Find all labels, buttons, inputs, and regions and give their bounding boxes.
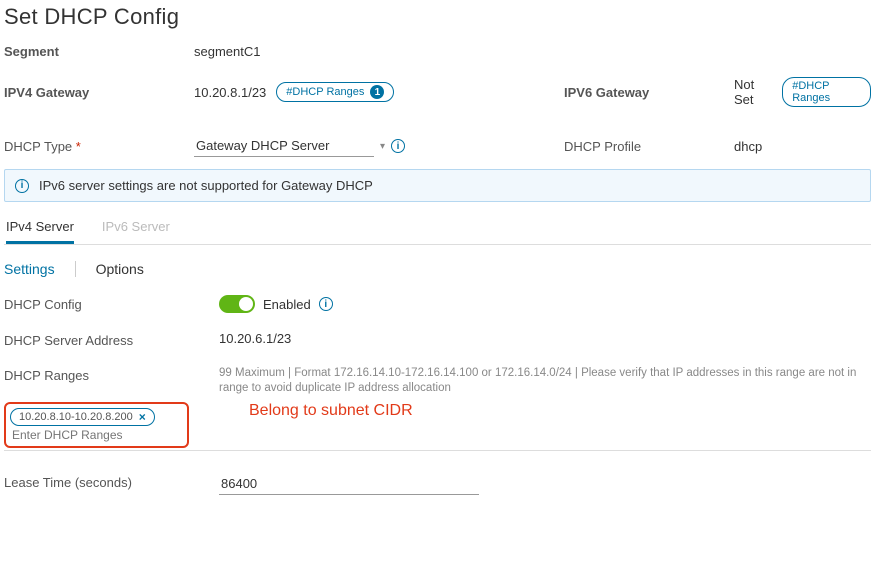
info-icon: i [15,179,29,193]
dhcp-ranges-highlight: 10.20.8.10-10.20.8.200 × [4,402,189,448]
dhcp-type-label: DHCP Type * [4,139,194,154]
segment-value: segmentC1 [194,44,260,59]
dhcp-ranges-label: DHCP Ranges [4,366,219,383]
ipv4-ranges-count: 1 [370,85,384,99]
ipv6-alert: i IPv6 server settings are not supported… [4,169,871,202]
annotation-text: Belong to subnet CIDR [249,402,413,420]
subtab-options[interactable]: Options [96,261,144,277]
lease-time-input[interactable] [219,473,479,495]
dhcp-profile-value: dhcp [734,139,871,154]
ipv6-ranges-pill-label: #DHCP Ranges [792,80,861,104]
segment-label: Segment [4,44,194,59]
tab-ipv6-server: IPv6 Server [102,212,170,244]
dhcp-config-status: Enabled [263,297,311,312]
info-icon[interactable]: i [391,139,405,153]
divider [75,261,76,277]
dhcp-server-address-label: DHCP Server Address [4,331,219,348]
subtab-settings[interactable]: Settings [4,261,55,277]
dhcp-range-chip-text: 10.20.8.10-10.20.8.200 [19,411,133,423]
alert-text: IPv6 server settings are not supported f… [39,178,373,193]
ipv4-gateway-value: 10.20.8.1/23 [194,85,266,100]
dhcp-range-chip[interactable]: 10.20.8.10-10.20.8.200 × [10,408,155,426]
close-icon[interactable]: × [139,410,146,424]
dhcp-server-address-value: 10.20.6.1/23 [219,331,291,346]
dhcp-ranges-input[interactable] [10,426,150,444]
dhcp-config-toggle[interactable] [219,295,255,313]
dhcp-type-select[interactable] [194,135,374,157]
chevron-down-icon: ▾ [380,141,385,152]
ipv4-gateway-label: IPV4 Gateway [4,85,194,100]
ipv6-gateway-label: IPV6 Gateway [564,85,734,100]
tab-ipv4-server[interactable]: IPv4 Server [6,212,74,244]
page-title: Set DHCP Config [4,4,871,30]
lease-time-label: Lease Time (seconds) [4,473,219,490]
dhcp-config-label: DHCP Config [4,295,219,312]
ipv4-ranges-pill-label: #DHCP Ranges [286,86,364,98]
ipv6-ranges-pill[interactable]: #DHCP Ranges [782,77,871,107]
ipv6-gateway-value: Not Set [734,77,772,107]
dhcp-profile-label: DHCP Profile [564,139,734,154]
dhcp-ranges-hint: 99 Maximum | Format 172.16.14.10-172.16.… [219,366,871,396]
ipv4-ranges-pill[interactable]: #DHCP Ranges 1 [276,82,394,102]
info-icon[interactable]: i [319,297,333,311]
